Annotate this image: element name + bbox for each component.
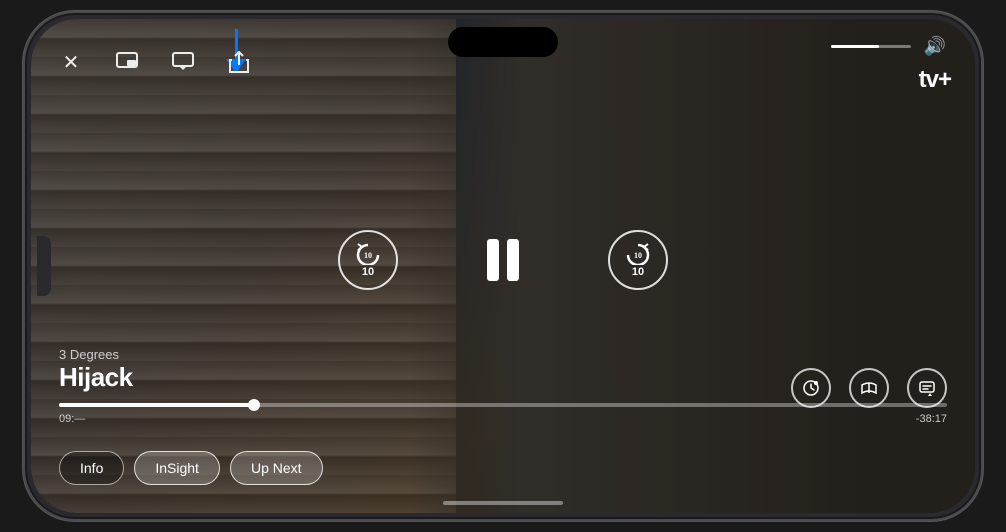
- playback-speed-button[interactable]: [791, 368, 831, 408]
- forward-button[interactable]: 10 10: [608, 230, 668, 290]
- volume-icon[interactable]: 🔊: [919, 30, 951, 62]
- controls-overlay: ✕: [31, 19, 975, 513]
- svg-text:10: 10: [364, 251, 372, 260]
- progress-dot[interactable]: [248, 399, 260, 411]
- phone-screen: ✕: [31, 19, 975, 513]
- subtitles-button[interactable]: [907, 368, 947, 408]
- phone-frame: ✕: [23, 11, 983, 521]
- time-remaining: -38:17: [916, 413, 947, 425]
- middle-controls: 10 10 10 10: [31, 230, 975, 290]
- right-icons: [791, 368, 947, 408]
- volume-fill: [831, 45, 879, 48]
- rewind-button[interactable]: 10 10: [338, 230, 398, 290]
- show-title: Hijack: [59, 362, 133, 393]
- top-left-controls: ✕: [55, 46, 255, 78]
- progress-fill: [59, 403, 254, 407]
- progress-track[interactable]: [59, 403, 947, 407]
- camera-bump: [37, 236, 51, 296]
- close-button[interactable]: ✕: [55, 46, 87, 78]
- rewind-seconds: 10: [362, 266, 374, 278]
- tv-plus-text: tv+: [919, 66, 951, 94]
- dynamic-island: [448, 27, 558, 57]
- pip-button[interactable]: [111, 46, 143, 78]
- home-indicator[interactable]: [443, 501, 563, 505]
- volume-bar: [831, 45, 911, 48]
- apple-tv-logo: tv+: [917, 66, 951, 94]
- time-elapsed: 09:—: [59, 413, 85, 425]
- share-button[interactable]: [223, 46, 255, 78]
- title-area: 3 Degrees Hijack: [59, 347, 133, 393]
- tab-up-next[interactable]: Up Next: [230, 451, 323, 485]
- tab-info[interactable]: Info: [59, 451, 124, 485]
- volume-row: 🔊: [831, 30, 951, 62]
- svg-text:10: 10: [634, 251, 642, 260]
- time-labels: 09:— -38:17: [59, 413, 947, 425]
- tab-insight[interactable]: InSight: [134, 451, 220, 485]
- airplay-button[interactable]: [167, 46, 199, 78]
- pause-bar-left: [487, 239, 499, 281]
- audio-tracks-button[interactable]: [849, 368, 889, 408]
- forward-seconds: 10: [632, 266, 644, 278]
- show-subtitle: 3 Degrees: [59, 347, 133, 362]
- pause-bar-right: [507, 239, 519, 281]
- bottom-tabs: Info InSight Up Next: [59, 451, 323, 485]
- progress-area: 09:— -38:17: [59, 403, 947, 425]
- pause-button[interactable]: [478, 235, 528, 285]
- top-right-controls: 🔊 tv+: [831, 30, 951, 94]
